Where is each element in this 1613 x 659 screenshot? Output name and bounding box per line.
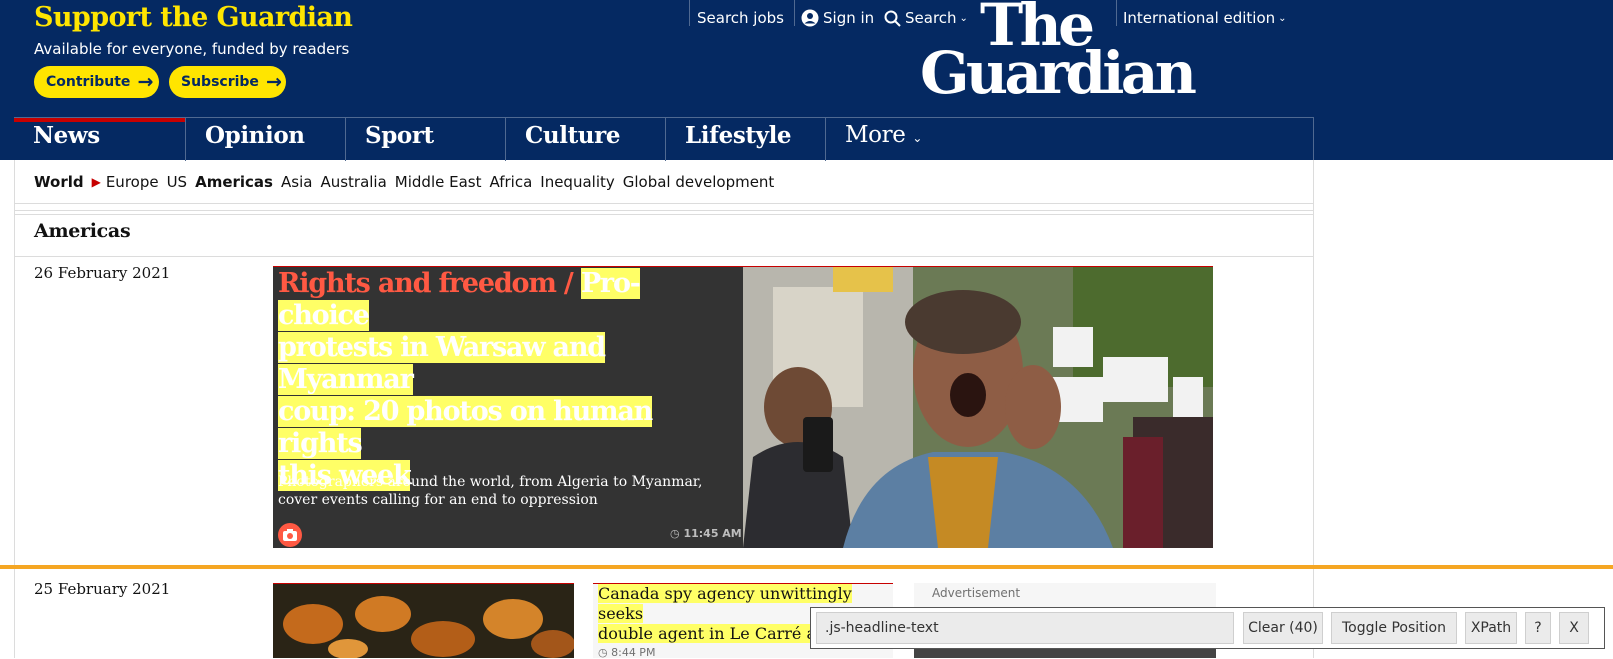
hero-time-label: 11:45 AM xyxy=(683,527,742,540)
subnav-item-inequality[interactable]: Inequality xyxy=(540,173,614,191)
sign-in-link[interactable]: Sign in xyxy=(801,7,874,29)
pillar-label: More xyxy=(845,122,906,148)
pillar-label: Sport xyxy=(365,122,434,149)
pillar-nav: News Opinion Sport Culture Lifestyle Mor… xyxy=(14,117,1314,161)
subnav-item-europe[interactable]: Europe xyxy=(106,173,159,191)
pillar-culture[interactable]: Culture xyxy=(505,118,665,161)
hero-card[interactable]: Rights and freedom / Pro-choice protests… xyxy=(273,266,1213,548)
butterfly-photo[interactable] xyxy=(273,583,574,658)
help-button[interactable]: ? xyxy=(1525,612,1551,644)
selector-toolbar: .js-headline-text Clear (40) Toggle Posi… xyxy=(810,607,1605,649)
headline-line: protests in Warsaw and Myanmar xyxy=(278,332,606,395)
pillar-label: Opinion xyxy=(205,122,305,149)
nav-divider xyxy=(689,0,690,26)
hero-photo[interactable] xyxy=(743,267,1213,548)
arrow-right-icon: → xyxy=(137,70,154,93)
nav-divider xyxy=(794,0,795,26)
user-icon xyxy=(801,9,819,27)
subnav-item-us[interactable]: US xyxy=(167,173,188,191)
camera-icon xyxy=(278,523,302,547)
subscribe-label: Subscribe xyxy=(181,74,259,90)
pillar-news[interactable]: News xyxy=(14,118,185,161)
section-title: Americas xyxy=(34,220,131,242)
clear-button[interactable]: Clear (40) xyxy=(1243,612,1323,644)
hero-kicker: Rights and freedom / xyxy=(278,268,574,299)
support-subtitle: Available for everyone, funded by reader… xyxy=(34,40,350,58)
xpath-button[interactable]: XPath xyxy=(1465,612,1517,644)
advert-label: Advertisement xyxy=(932,586,1021,600)
subnav-item-africa[interactable]: Africa xyxy=(489,173,532,191)
subnav-item-middle-east[interactable]: Middle East xyxy=(395,173,482,191)
guardian-logo[interactable]: The Guardian xyxy=(920,0,1220,107)
arrow-right-icon: → xyxy=(265,70,282,93)
pillar-lifestyle[interactable]: Lifestyle xyxy=(665,118,825,161)
date-label: 26 February 2021 xyxy=(34,264,171,282)
divider xyxy=(14,210,1314,211)
pillar-label: Lifestyle xyxy=(685,122,792,149)
hero-timestamp: ◷ 11:45 AM xyxy=(670,527,742,540)
subnav-item-australia[interactable]: Australia xyxy=(320,173,386,191)
clock-icon: ◷ xyxy=(598,646,608,659)
story-time-label: 8:44 PM xyxy=(611,646,656,659)
pillar-opinion[interactable]: Opinion xyxy=(185,118,345,161)
sign-in-label: Sign in xyxy=(823,9,875,27)
headline-line: double agent in Le Carré ad xyxy=(598,624,827,643)
contribute-button[interactable]: Contribute → xyxy=(34,66,159,98)
contribute-label: Contribute xyxy=(46,74,131,90)
subnav: World ▶ Europe US Americas Asia Australi… xyxy=(34,171,782,193)
subnav-item-americas[interactable]: Americas xyxy=(195,173,273,191)
chevron-down-icon: ⌄ xyxy=(912,131,922,145)
subnav-item-world[interactable]: World xyxy=(34,173,84,191)
toggle-position-button[interactable]: Toggle Position xyxy=(1331,612,1457,644)
support-title: Support the Guardian xyxy=(34,2,353,33)
headline-line: coup: 20 photos on human rights xyxy=(278,396,653,459)
hero-standfirst: Photographers around the world, from Alg… xyxy=(278,474,703,508)
divider xyxy=(14,256,1314,257)
clock-icon: ◷ xyxy=(670,527,680,540)
close-button[interactable]: X xyxy=(1559,612,1589,644)
pillar-label: Culture xyxy=(525,122,621,149)
pillar-sport[interactable]: Sport xyxy=(345,118,505,161)
subnav-item-asia[interactable]: Asia xyxy=(281,173,312,191)
hero-headline[interactable]: Rights and freedom / Pro-choice protests… xyxy=(278,268,728,492)
subscribe-button[interactable]: Subscribe → xyxy=(169,66,286,98)
search-jobs-label: Search jobs xyxy=(697,9,784,27)
divider xyxy=(14,203,1314,204)
search-icon xyxy=(884,10,901,27)
logo-line-guardian: Guardian xyxy=(920,39,1197,107)
triangle-right-icon: ▶ xyxy=(91,175,101,189)
story-timestamp: ◷ 8:44 PM xyxy=(598,646,655,659)
selector-input[interactable]: .js-headline-text xyxy=(816,612,1234,644)
date-label: 25 February 2021 xyxy=(34,580,171,598)
subnav-item-global-development[interactable]: Global development xyxy=(623,173,775,191)
chevron-down-icon: ⌄ xyxy=(1278,12,1287,24)
search-jobs-link[interactable]: Search jobs xyxy=(697,7,784,29)
divider xyxy=(14,214,1314,215)
site-header: Support the Guardian Available for every… xyxy=(0,0,1613,161)
pillar-more[interactable]: More ⌄ xyxy=(825,118,1314,161)
row-divider xyxy=(0,565,1613,569)
pillar-label: News xyxy=(33,122,100,149)
